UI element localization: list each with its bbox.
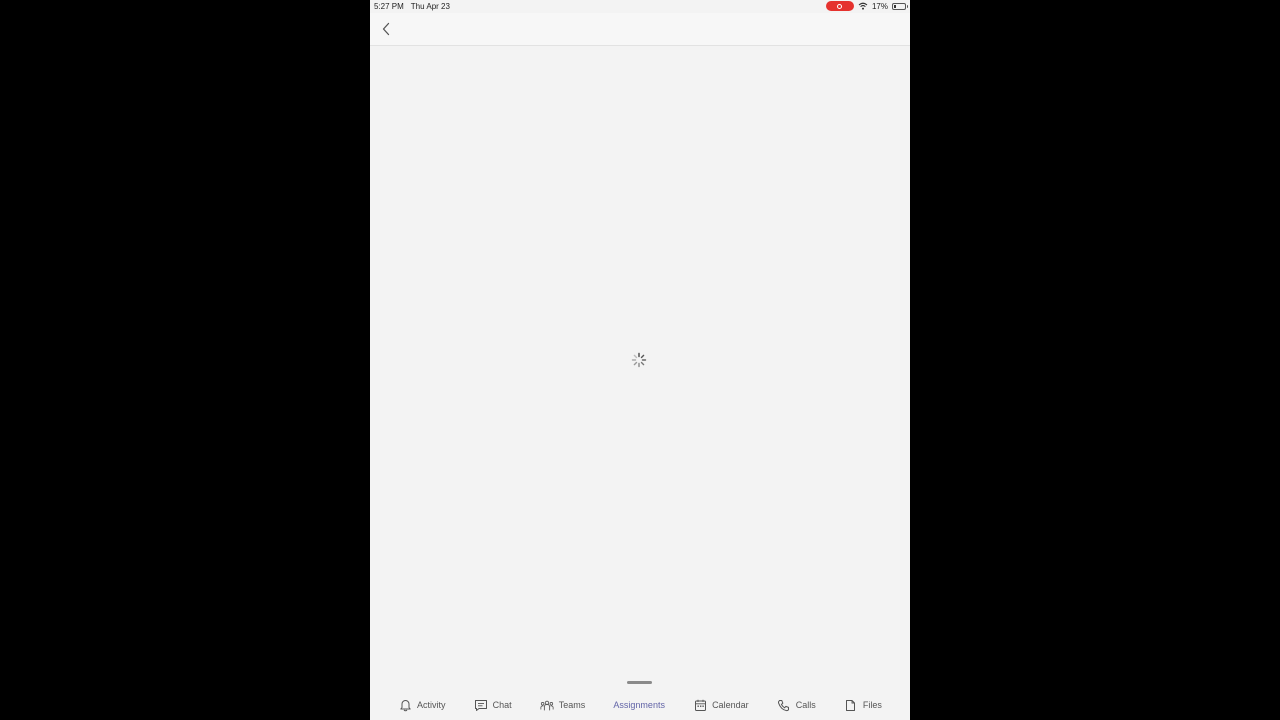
status-time: 5:27 PM bbox=[374, 2, 404, 11]
tab-label: Chat bbox=[492, 700, 512, 710]
battery-icon bbox=[892, 2, 908, 10]
status-left: 5:27 PM Thu Apr 23 bbox=[374, 2, 450, 11]
tab-activity[interactable]: Activity bbox=[398, 698, 446, 712]
teams-icon bbox=[540, 698, 554, 712]
tab-label: Calendar bbox=[712, 700, 749, 710]
tab-bar: Activity Chat Teams Assignments Calendar… bbox=[370, 690, 910, 720]
bell-icon bbox=[398, 698, 412, 712]
battery-fill bbox=[894, 4, 896, 8]
chat-icon bbox=[474, 698, 488, 712]
tab-label: Activity bbox=[417, 700, 446, 710]
screen-recording-icon bbox=[825, 1, 854, 11]
status-right: 17% bbox=[825, 1, 908, 11]
status-bar: 5:27 PM Thu Apr 23 17% bbox=[370, 0, 910, 13]
back-button[interactable] bbox=[376, 19, 396, 39]
tab-calendar[interactable]: Calendar bbox=[693, 698, 749, 712]
tab-files[interactable]: Files bbox=[844, 698, 882, 712]
tab-label: Assignments bbox=[613, 700, 665, 710]
tab-chat[interactable]: Chat bbox=[474, 698, 512, 712]
calendar-icon bbox=[693, 698, 707, 712]
loading-spinner-icon bbox=[631, 352, 647, 368]
tab-label: Calls bbox=[795, 700, 816, 710]
navigation-bar bbox=[370, 13, 910, 46]
tab-teams[interactable]: Teams bbox=[540, 698, 586, 712]
battery-percentage: 17% bbox=[871, 1, 888, 11]
tab-label: Files bbox=[862, 700, 882, 710]
home-indicator[interactable] bbox=[627, 681, 652, 684]
chevron-left-icon bbox=[382, 22, 390, 36]
wifi-icon bbox=[858, 2, 868, 10]
status-date: Thu Apr 23 bbox=[410, 2, 450, 11]
phone-icon bbox=[777, 698, 791, 712]
tab-calls[interactable]: Calls bbox=[777, 698, 816, 712]
tab-assignments[interactable]: Assignments bbox=[613, 700, 665, 710]
app-screen: 5:27 PM Thu Apr 23 17% Activity Chat Tea… bbox=[370, 0, 910, 720]
content-area bbox=[370, 46, 910, 674]
tab-label: Teams bbox=[558, 700, 586, 710]
file-icon bbox=[844, 698, 858, 712]
